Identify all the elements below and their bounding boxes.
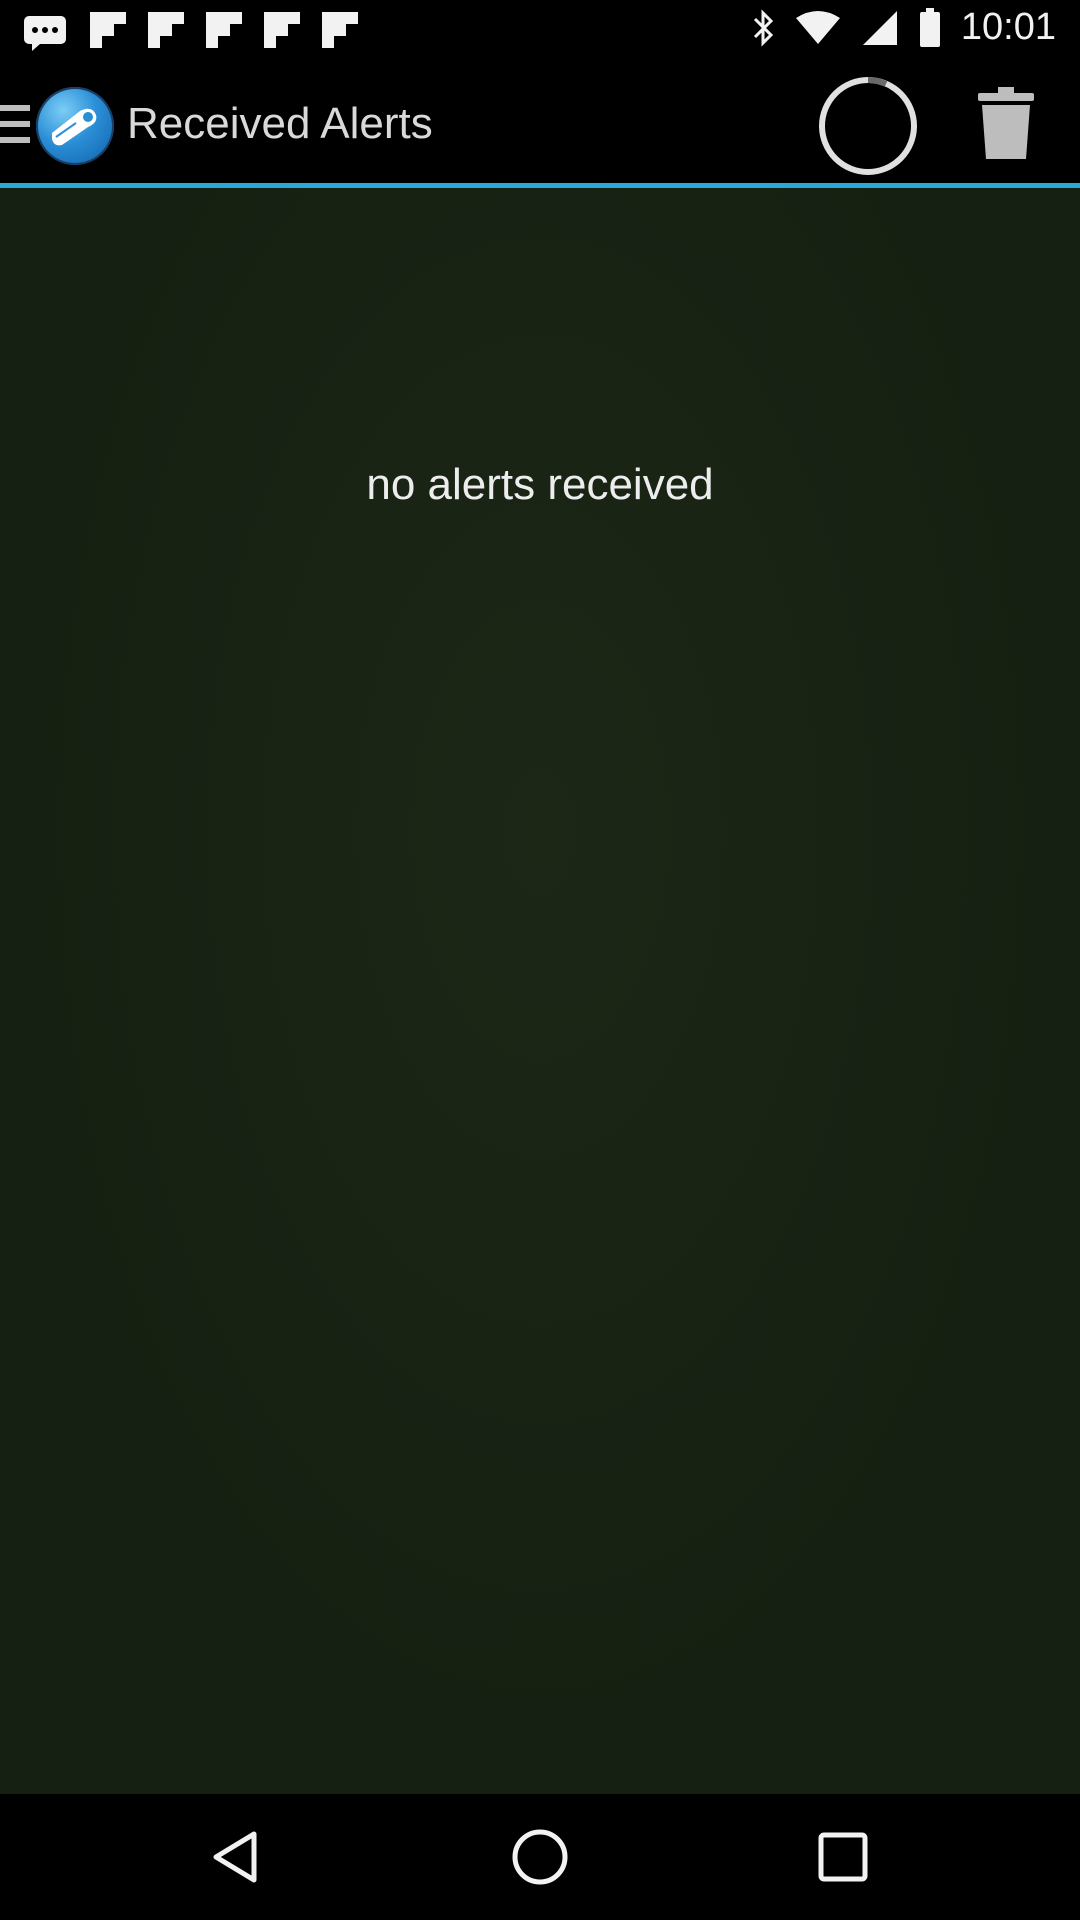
menu-icon[interactable]	[0, 105, 30, 145]
notification-icons	[22, 12, 358, 52]
loading-spinner-icon	[819, 77, 917, 175]
refresh-button[interactable]	[816, 74, 920, 178]
battery-icon	[919, 7, 940, 47]
home-icon[interactable]	[505, 1822, 575, 1892]
flipboard-icon	[206, 12, 242, 48]
app-bar: Received Alerts	[0, 63, 1080, 185]
message-icon	[24, 16, 66, 51]
alerts-list-area: no alerts received	[0, 188, 1080, 1794]
delete-button[interactable]	[976, 87, 1036, 161]
status-time: 10:01	[960, 6, 1056, 48]
app-logo[interactable]	[36, 87, 114, 165]
whistle-icon	[52, 108, 97, 146]
trash-icon	[978, 87, 1034, 159]
empty-state-message: no alerts received	[366, 460, 714, 509]
recents-icon[interactable]	[808, 1822, 878, 1892]
flipboard-icon	[148, 12, 184, 48]
bluetooth-icon	[753, 8, 774, 47]
navigation-bar	[0, 1794, 1080, 1920]
signal-icon	[862, 10, 897, 45]
system-icons: 10:01	[751, 6, 1056, 49]
flipboard-icon	[264, 12, 300, 48]
page-title: Received Alerts	[127, 99, 433, 148]
flipboard-icon	[322, 12, 358, 48]
flipboard-icon	[90, 12, 126, 48]
status-bar: 10:01	[0, 0, 1080, 63]
wifi-icon	[795, 10, 840, 44]
back-icon[interactable]	[202, 1822, 272, 1892]
